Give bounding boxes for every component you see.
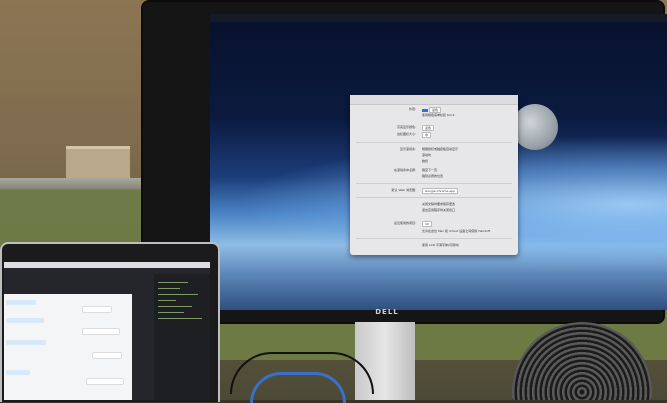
code-line <box>158 318 202 319</box>
laptop-screen <box>4 262 210 400</box>
monitor-brand-logo: DELL <box>375 308 399 316</box>
pref-row-lcd-smoothing[interactable]: 使用 LCD 平滑字体(可用时) <box>356 243 512 249</box>
code-editor <box>154 274 210 400</box>
chat-bubble <box>6 318 44 323</box>
pref-row-default-browser[interactable]: 默认 Web 浏览器: Google Chrome.app <box>356 188 512 194</box>
divider <box>356 183 512 184</box>
pref-row-close-windows[interactable]: 退出应用程序时关闭窗口 <box>356 208 512 214</box>
code-line <box>158 300 176 301</box>
pref-row-dark-menu[interactable]: 使用暗色菜单栏和 Dock <box>356 113 512 119</box>
chat-bubble <box>92 352 122 359</box>
dialog-titlebar <box>350 95 518 105</box>
chat-bubble <box>6 300 36 305</box>
pref-row-scroll-always[interactable]: 始终 <box>356 159 512 165</box>
pref-row-sidebar-size[interactable]: 边栏图标大小: 中 <box>356 132 512 138</box>
chat-bubble <box>6 340 46 345</box>
code-line <box>158 312 184 313</box>
general-preferences-dialog: 外观: 蓝色 使用暗色菜单栏和 Dock 高亮显示颜色: 蓝色 边栏图标大小: 中 … <box>350 95 518 255</box>
blue-cable <box>250 372 346 403</box>
menu-bar <box>210 14 667 22</box>
moon-wallpaper <box>512 104 558 150</box>
divider <box>356 197 512 198</box>
code-line <box>158 294 198 295</box>
pref-row-highlight[interactable]: 高亮显示颜色: 蓝色 <box>356 125 512 131</box>
divider <box>356 142 512 143</box>
code-line <box>158 282 188 283</box>
laptop-menu-bar <box>4 262 210 268</box>
chat-bubble <box>82 306 112 313</box>
chat-bubble <box>82 328 120 335</box>
chat-window <box>4 294 132 400</box>
pref-row-recent-items[interactable]: 最近使用的项目: 10 <box>356 221 512 227</box>
pref-row-jump-to-spot[interactable]: 跳到点按的位置 <box>356 174 512 180</box>
chat-bubble <box>86 378 124 385</box>
color-swatch-icon <box>422 108 428 112</box>
code-line <box>158 306 192 307</box>
cubicle-partition <box>0 178 160 248</box>
pref-row-handoff[interactable]: 允许在这台 Mac 和 iCloud 设备之间使用 Handoff <box>356 229 512 235</box>
chat-bubble <box>6 370 30 375</box>
divider <box>356 238 512 239</box>
code-line <box>158 288 180 289</box>
